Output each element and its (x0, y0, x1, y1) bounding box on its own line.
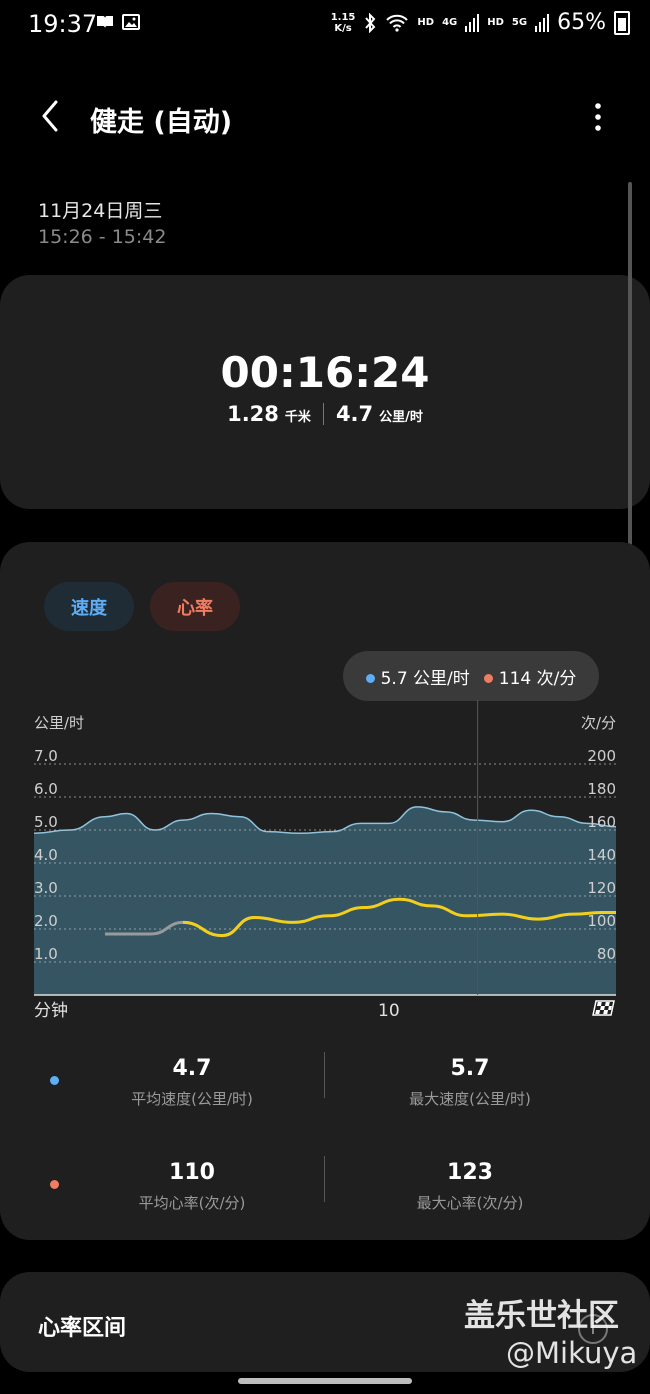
left-tick-label: 5.0 (34, 813, 58, 831)
left-tick-label: 3.0 (34, 879, 58, 897)
distance-unit: 千米 (284, 410, 311, 425)
chart-tooltip: 5.7 公里/时 114 次/分 (343, 651, 599, 701)
summary-metrics: 1.28 千米 4.7 公里/时 (0, 402, 650, 426)
page-title: 健走 (自动) (90, 107, 233, 138)
heart-rate-filter-chip[interactable]: 心率 (150, 582, 240, 631)
status-time: 19:37 (28, 10, 98, 38)
hd-label-2: HD (487, 17, 504, 28)
home-indicator[interactable] (238, 1378, 412, 1384)
max-speed-value: 5.7 (450, 1056, 490, 1081)
right-tick-label: 100 (587, 912, 616, 930)
distance-value: 1.28 (227, 402, 279, 426)
left-tick-label: 1.0 (34, 945, 58, 963)
max-hr-value: 123 (447, 1160, 493, 1185)
avg-speed-summary-value: 4.7 (335, 402, 374, 426)
right-tick-label: 180 (587, 780, 616, 798)
speed-area (34, 806, 616, 995)
stats-divider-2 (324, 1156, 325, 1202)
back-arrow-icon[interactable] (38, 98, 68, 134)
status-right: 1.15 K/s HD 4G HD 5G 65% (331, 10, 630, 35)
left-tick-label: 7.0 (34, 747, 58, 765)
heart-rate-dot-icon (483, 674, 493, 683)
heart-rate-zones-title: 心率区间 (38, 1316, 127, 1341)
tooltip-speed: 5.7 公里/时 (365, 664, 470, 689)
avg-speed-summary-unit: 公里/时 (379, 410, 423, 425)
speed-filter-chip[interactable]: 速度 (44, 582, 134, 631)
watermark-community: 盖乐世社区 (464, 1298, 619, 1334)
duration-value: 00:16:24 (220, 348, 430, 397)
right-tick-label: 160 (587, 813, 616, 831)
right-axis-label: 次/分 (581, 714, 616, 732)
right-tick-label: 120 (587, 879, 616, 897)
left-tick-label: 6.0 (34, 780, 58, 798)
max-speed-label: 最大速度(公里/时) (409, 1090, 531, 1108)
avg-hr-label: 平均心率(次/分) (138, 1194, 246, 1212)
x-axis-label: 分钟 (34, 1001, 68, 1021)
net-speed: 1.15 K/s (330, 11, 356, 34)
scrollbar[interactable] (628, 182, 632, 572)
watermark-user: @Mikuya (506, 1336, 638, 1370)
notification-icons (96, 14, 140, 30)
network-5g-label: 5G (511, 17, 528, 28)
right-tick-label: 140 (587, 846, 616, 864)
session-date: 11月24日周三 (38, 200, 163, 222)
book-icon (97, 16, 113, 28)
finish-flag-icon (592, 1000, 615, 1016)
wifi-icon (386, 14, 409, 32)
tooltip-heart-rate: 114 次/分 (483, 664, 576, 689)
speed-dot-icon (365, 674, 375, 683)
speed-legend-dot-icon (50, 1076, 59, 1085)
hd-label: HD (417, 17, 435, 28)
session-time-range: 15:26 - 15:42 (38, 226, 167, 248)
right-tick-label: 200 (587, 747, 616, 765)
more-options-icon[interactable] (588, 100, 608, 134)
network-4g-label: 4G (442, 17, 458, 28)
heart-rate-legend-dot-icon (50, 1180, 59, 1189)
left-axis-label: 公里/时 (34, 714, 84, 732)
x-tick-label: 10 (378, 1001, 400, 1021)
battery-percent: 65% (557, 10, 606, 35)
metric-divider (322, 403, 324, 425)
left-tick-label: 2.0 (34, 912, 58, 930)
stats-divider (324, 1052, 325, 1098)
max-hr-label: 最大心率(次/分) (416, 1194, 524, 1212)
status-bar: 19:37 1.15 K/s HD 4G HD 5G 65% (0, 0, 650, 50)
battery-icon (614, 10, 630, 35)
bluetooth-icon (365, 12, 376, 33)
signal-icon (465, 13, 480, 32)
signal-icon-2 (535, 13, 550, 32)
right-tick-label: 80 (597, 945, 616, 963)
image-icon (122, 14, 140, 30)
speed-heart-rate-chart[interactable]: 1.0 80 2.0 100 3.0 120 4.0 140 5.0 160 6.0 180 7.0 20… (0, 700, 650, 1030)
avg-hr-value: 110 (169, 1160, 215, 1185)
avg-speed-value: 4.7 (172, 1056, 212, 1081)
left-tick-label: 4.0 (34, 846, 58, 864)
avg-speed-label: 平均速度(公里/时) (131, 1090, 253, 1108)
